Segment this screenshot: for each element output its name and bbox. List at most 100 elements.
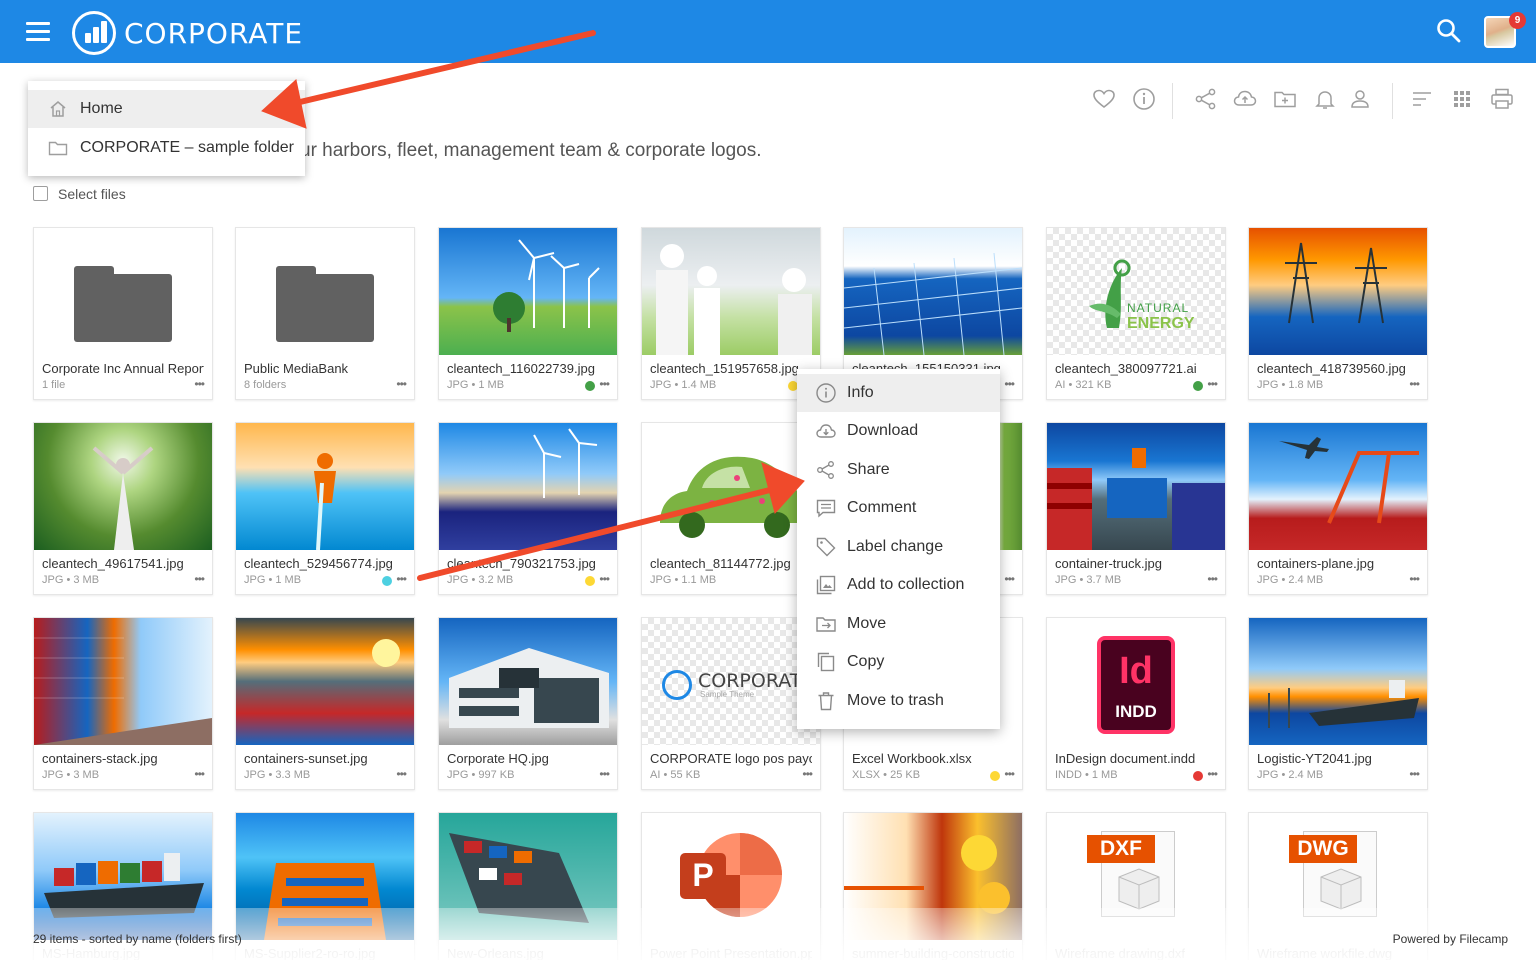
print-icon[interactable] bbox=[1489, 86, 1515, 112]
thumbnail-logistic-ship bbox=[1249, 618, 1427, 745]
more-options-icon[interactable]: ••• bbox=[599, 377, 610, 391]
more-options-icon[interactable]: ••• bbox=[194, 572, 205, 586]
breadcrumb-item-home[interactable]: Home bbox=[28, 90, 305, 128]
more-options-icon[interactable]: ••• bbox=[396, 767, 407, 781]
more-options-icon[interactable]: ••• bbox=[1004, 377, 1015, 391]
more-options-icon[interactable]: ••• bbox=[396, 572, 407, 586]
file-card[interactable]: NATURAL ENERGY cleantech_380097721.ai AI… bbox=[1046, 227, 1226, 400]
select-files-label[interactable]: Select files bbox=[58, 186, 126, 202]
file-card[interactable]: containers-sunset.jpg JPG • 3.3 MB ••• bbox=[235, 617, 415, 790]
more-options-icon[interactable]: ••• bbox=[396, 377, 407, 391]
thumbnail-corporate-logo: CORPORATE Sample Theme bbox=[642, 618, 820, 745]
label-dot bbox=[382, 576, 392, 586]
new-folder-icon[interactable] bbox=[1272, 86, 1298, 112]
file-name: cleantech_116022739.jpg bbox=[447, 361, 595, 376]
more-options-icon[interactable]: ••• bbox=[1409, 572, 1420, 586]
brand-name[interactable]: CORPORATE bbox=[124, 17, 303, 50]
file-card[interactable]: cleantech_81144772.jpg JPG • 1.1 MB ••• bbox=[641, 422, 821, 595]
more-options-icon[interactable]: ••• bbox=[802, 767, 813, 781]
menu-item-add-to-collection[interactable]: Add to collection bbox=[797, 566, 1000, 604]
file-name: containers-sunset.jpg bbox=[244, 751, 368, 766]
file-card[interactable]: Logistic-YT2041.jpg JPG • 2.4 MB ••• bbox=[1248, 617, 1428, 790]
more-options-icon[interactable]: ••• bbox=[1004, 572, 1015, 586]
menu-item-comment[interactable]: Comment bbox=[797, 489, 1000, 527]
file-meta: JPG • 1.4 MB bbox=[650, 379, 717, 391]
favorite-icon[interactable] bbox=[1091, 86, 1117, 112]
file-card[interactable]: MS-Supplier2-ro-ro.jpg bbox=[235, 812, 415, 960]
more-options-icon[interactable]: ••• bbox=[599, 767, 610, 781]
toolbar-divider bbox=[1172, 83, 1173, 119]
menu-item-copy[interactable]: Copy bbox=[797, 643, 1000, 681]
info-icon[interactable] bbox=[1131, 86, 1157, 112]
more-options-icon[interactable]: ••• bbox=[1207, 572, 1218, 586]
toolbar-divider bbox=[1392, 83, 1393, 119]
file-card[interactable]: Id INDD InDesign document.indd INDD • 1 … bbox=[1046, 617, 1226, 790]
file-card[interactable]: New-Orleans.jpg bbox=[438, 812, 618, 960]
folder-icon bbox=[48, 141, 68, 156]
menu-item-label: Download bbox=[847, 422, 919, 439]
powered-by[interactable]: Powered by Filecamp bbox=[1393, 932, 1508, 946]
logo-icon bbox=[662, 670, 692, 700]
file-card[interactable]: cleantech_529456774.jpg JPG • 1 MB ••• bbox=[235, 422, 415, 595]
search-icon[interactable] bbox=[1436, 18, 1462, 44]
label-dot bbox=[585, 576, 595, 586]
folder-icon bbox=[74, 266, 172, 342]
menu-item-move-to-trash[interactable]: Move to trash bbox=[797, 682, 1000, 720]
select-files-checkbox[interactable] bbox=[33, 186, 48, 201]
file-meta: JPG • 2.4 MB bbox=[1257, 574, 1324, 586]
file-meta: JPG • 3 MB bbox=[42, 769, 100, 781]
more-options-icon[interactable]: ••• bbox=[1004, 767, 1015, 781]
thumbnail-ship-supplier bbox=[236, 813, 414, 940]
file-card[interactable]: CORPORATE Sample Theme CORPORATE logo po… bbox=[641, 617, 821, 790]
file-card[interactable]: containers-stack.jpg JPG • 3 MB ••• bbox=[33, 617, 213, 790]
file-card[interactable]: cleantech_790321753.jpg JPG • 3.2 MB ••• bbox=[438, 422, 618, 595]
file-card[interactable]: summer-building-construction bbox=[843, 812, 1023, 960]
file-name: Power Point Presentation.pptx bbox=[650, 946, 812, 960]
file-name: Corporate HQ.jpg bbox=[447, 751, 549, 766]
upload-icon[interactable] bbox=[1232, 86, 1258, 112]
more-options-icon[interactable]: ••• bbox=[1207, 377, 1218, 391]
file-card[interactable]: cleantech_418739560.jpg JPG • 1.8 MB ••• bbox=[1248, 227, 1428, 400]
menu-icon[interactable] bbox=[26, 22, 50, 42]
share-icon[interactable] bbox=[1193, 86, 1219, 112]
more-options-icon[interactable]: ••• bbox=[194, 767, 205, 781]
file-card[interactable]: containers-plane.jpg JPG • 2.4 MB ••• bbox=[1248, 422, 1428, 595]
logo-icon[interactable] bbox=[72, 11, 116, 55]
file-card[interactable]: Corporate HQ.jpg JPG • 997 KB ••• bbox=[438, 617, 618, 790]
file-card[interactable]: container-truck.jpg JPG • 3.7 MB ••• bbox=[1046, 422, 1226, 595]
file-name: Corporate Inc Annual Report bbox=[42, 361, 204, 376]
menu-item-label-change[interactable]: Label change bbox=[797, 528, 1000, 566]
file-card[interactable]: P Power Point Presentation.pptx bbox=[641, 812, 821, 960]
thumbnail-power-pylons bbox=[1249, 228, 1427, 355]
user-icon[interactable] bbox=[1347, 86, 1373, 112]
folder-card[interactable]: Corporate Inc Annual Report 1 file ••• bbox=[33, 227, 213, 400]
breadcrumb-item-folder[interactable]: CORPORATE – sample folder bbox=[28, 129, 305, 167]
file-card[interactable]: DXF Wireframe drawing.dxf bbox=[1046, 812, 1226, 960]
folder-card[interactable]: Public MediaBank 8 folders ••• bbox=[235, 227, 415, 400]
thumbnail-dxf: DXF bbox=[1047, 813, 1225, 940]
file-meta: AI • 55 KB bbox=[650, 769, 701, 781]
menu-item-share[interactable]: Share bbox=[797, 451, 1000, 489]
file-name: New-Orleans.jpg bbox=[447, 946, 544, 960]
more-options-icon[interactable]: ••• bbox=[599, 572, 610, 586]
more-options-icon[interactable]: ••• bbox=[1207, 767, 1218, 781]
menu-item-download[interactable]: Download bbox=[797, 412, 1000, 450]
thumbnail-forest-woman bbox=[34, 423, 212, 550]
more-options-icon[interactable]: ••• bbox=[194, 377, 205, 391]
more-options-icon[interactable]: ••• bbox=[1409, 377, 1420, 391]
more-options-icon[interactable]: ••• bbox=[1409, 767, 1420, 781]
file-card[interactable]: cleantech_116022739.jpg JPG • 1 MB ••• bbox=[438, 227, 618, 400]
powerpoint-letter: P bbox=[692, 857, 714, 893]
file-card[interactable]: cleantech_49617541.jpg JPG • 3 MB ••• bbox=[33, 422, 213, 595]
grid-view-icon[interactable] bbox=[1449, 86, 1475, 112]
notify-icon[interactable] bbox=[1312, 86, 1338, 112]
menu-item-info[interactable]: Info bbox=[797, 374, 1000, 412]
menu-item-move[interactable]: Move bbox=[797, 605, 1000, 643]
file-name: cleantech_380097721.ai bbox=[1055, 361, 1197, 376]
file-card[interactable]: cleantech_151957658.jpg JPG • 1.4 MB ••• bbox=[641, 227, 821, 400]
folder-icon bbox=[276, 266, 374, 342]
tag-icon bbox=[816, 537, 836, 557]
file-name: Logistic-YT2041.jpg bbox=[1257, 751, 1372, 766]
file-name: containers-plane.jpg bbox=[1257, 556, 1375, 571]
sort-icon[interactable] bbox=[1409, 86, 1435, 112]
